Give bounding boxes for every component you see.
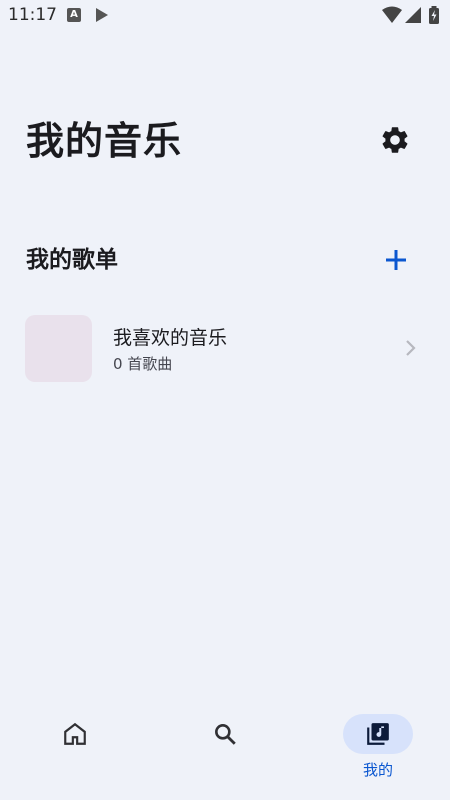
nav-search[interactable]	[150, 700, 300, 800]
add-playlist-button[interactable]	[380, 244, 412, 276]
system-status-icons	[382, 6, 444, 24]
nav-mine-label: 我的	[362, 761, 393, 779]
gear-icon	[379, 127, 411, 160]
playlist-cover	[25, 315, 92, 382]
status-bar: 11:17 A	[0, 0, 450, 30]
nav-search-icon-container	[193, 714, 257, 754]
playlist-item-liked[interactable]: 我喜欢的音乐 0 首歌曲	[16, 307, 434, 389]
nav-mine[interactable]: 我的	[300, 700, 450, 800]
a-badge-icon: A	[67, 8, 81, 22]
page-title: 我的音乐	[26, 119, 183, 163]
playlists-section-title: 我的歌单	[26, 247, 118, 273]
nav-home-icon-container	[43, 714, 107, 754]
my-music-screen: 11:17 A 我的音乐 我的歌单 我喜欢的音乐 0 首歌曲 我的	[0, 0, 450, 800]
plus-icon	[380, 250, 412, 280]
playlist-song-count: 0 首歌曲	[113, 355, 173, 373]
nav-mine-icon-container	[343, 714, 413, 754]
settings-button[interactable]	[379, 124, 411, 156]
chevron-right-icon	[400, 338, 420, 358]
bottom-navigation: 我的	[0, 700, 450, 800]
nav-home[interactable]	[0, 700, 150, 800]
playlist-name: 我喜欢的音乐	[113, 327, 228, 349]
play-store-icon	[95, 7, 109, 23]
status-time: 11:17	[8, 5, 57, 25]
